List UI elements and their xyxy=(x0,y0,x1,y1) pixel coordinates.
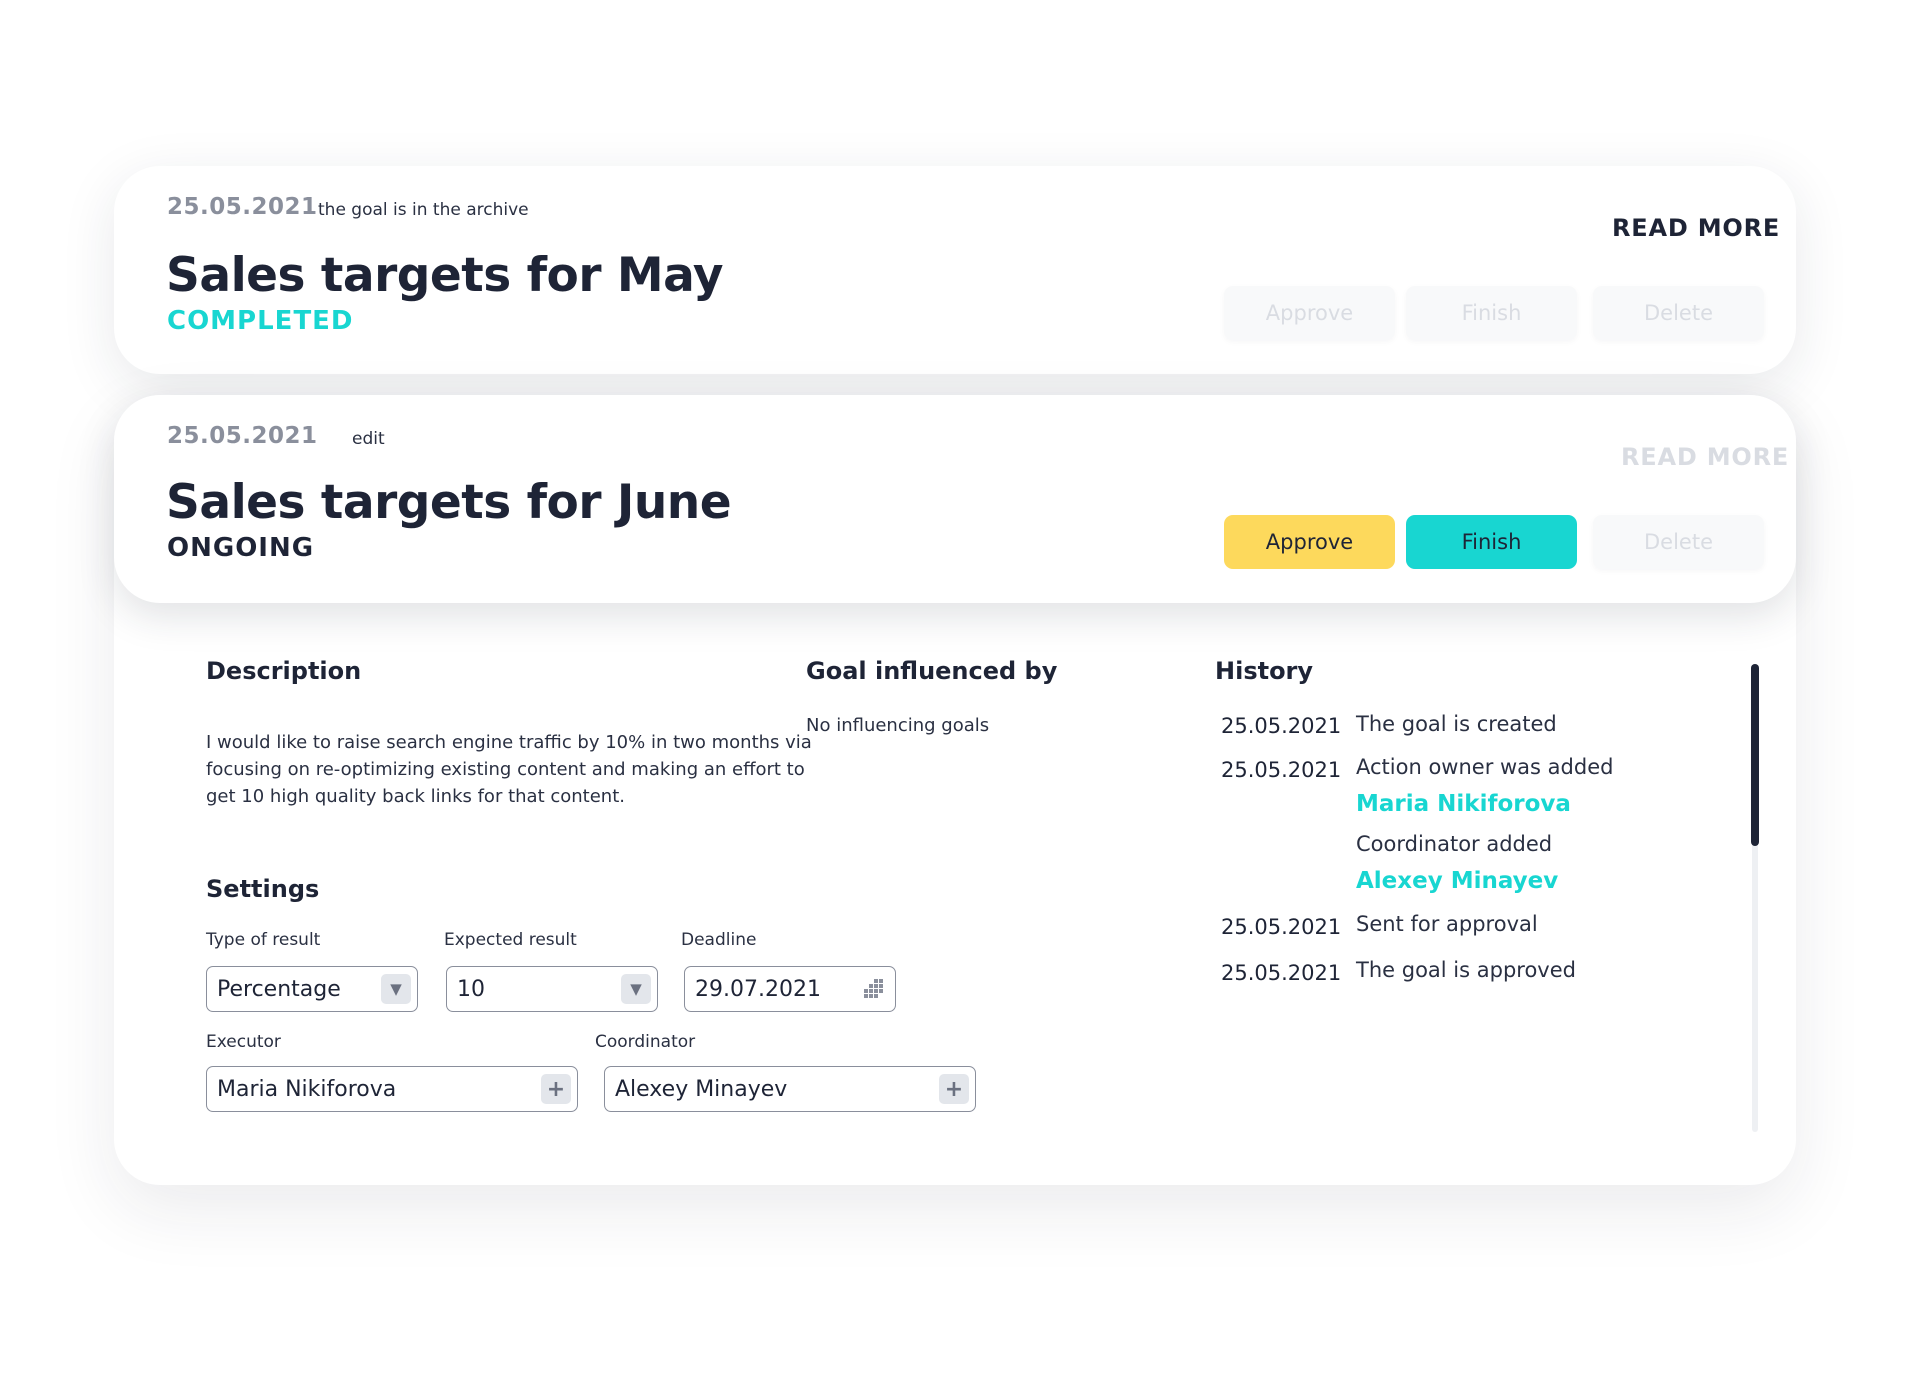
description-line: I would like to raise search engine traf… xyxy=(206,732,812,753)
history-date: 25.05.2021 xyxy=(1221,961,1342,985)
executor-field[interactable]: Maria Nikiforova + xyxy=(206,1066,578,1112)
status-badge: ONGOING xyxy=(167,533,315,563)
calendar-icon[interactable] xyxy=(859,974,889,1004)
goal-archive-note: the goal is in the archive xyxy=(318,200,529,220)
goal-card-header: 25.05.2021 edit Sales targets for June O… xyxy=(114,395,1796,603)
executor-label: Executor xyxy=(206,1032,281,1052)
coordinator-value: Alexey Minayev xyxy=(615,1076,788,1102)
deadline-label: Deadline xyxy=(681,930,757,950)
description-line: focusing on re-optimizing existing conte… xyxy=(206,759,805,780)
goal-date: 25.05.2021 xyxy=(167,423,318,449)
chevron-down-icon[interactable]: ▼ xyxy=(621,974,651,1004)
finish-button[interactable]: Finish xyxy=(1406,515,1577,569)
type-of-result-label: Type of result xyxy=(206,930,321,950)
history-text: The goal is created xyxy=(1356,712,1557,736)
delete-button[interactable]: Delete xyxy=(1593,286,1764,340)
chevron-down-icon[interactable]: ▼ xyxy=(381,974,411,1004)
description-line: get 10 high quality back links for that … xyxy=(206,786,625,807)
read-more-link[interactable]: READ MORE xyxy=(1612,214,1780,242)
expected-result-label: Expected result xyxy=(444,930,577,950)
history-date: 25.05.2021 xyxy=(1221,915,1342,939)
approve-button[interactable]: Approve xyxy=(1224,286,1395,340)
expected-result-select[interactable]: 10 ▼ xyxy=(446,966,658,1012)
description-title: Description xyxy=(206,657,362,685)
add-coordinator-plus-icon[interactable]: + xyxy=(939,1074,969,1104)
approve-button[interactable]: Approve xyxy=(1224,515,1395,569)
add-executor-plus-icon[interactable]: + xyxy=(541,1074,571,1104)
finish-button[interactable]: Finish xyxy=(1406,286,1577,340)
edit-link[interactable]: edit xyxy=(352,429,385,449)
history-text: Action owner was added xyxy=(1356,755,1614,779)
history-text: Sent for approval xyxy=(1356,912,1538,936)
coordinator-label: Coordinator xyxy=(595,1032,696,1052)
history-person-link[interactable]: Alexey Minayev xyxy=(1356,868,1558,894)
history-text: The goal is approved xyxy=(1356,958,1576,982)
deadline-value: 29.07.2021 xyxy=(695,976,821,1002)
expected-result-value: 10 xyxy=(457,976,485,1002)
goal-card-may: 25.05.2021 the goal is in the archive Sa… xyxy=(114,166,1796,374)
type-of-result-value: Percentage xyxy=(217,976,341,1002)
history-date: 25.05.2021 xyxy=(1221,758,1342,782)
history-text: Coordinator added xyxy=(1356,832,1553,856)
influenced-text: No influencing goals xyxy=(806,715,990,736)
type-of-result-select[interactable]: Percentage ▼ xyxy=(206,966,418,1012)
executor-value: Maria Nikiforova xyxy=(217,1076,397,1102)
history-scrollbar-thumb[interactable] xyxy=(1751,664,1759,846)
status-badge: COMPLETED xyxy=(167,306,354,336)
goal-title: Sales targets for May xyxy=(166,248,724,303)
goals-page: 25.05.2021 the goal is in the archive Sa… xyxy=(0,0,1924,1389)
read-more-link[interactable]: READ MORE xyxy=(1621,443,1789,471)
history-person-link[interactable]: Maria Nikiforova xyxy=(1356,791,1571,817)
coordinator-field[interactable]: Alexey Minayev + xyxy=(604,1066,976,1112)
history-date: 25.05.2021 xyxy=(1221,714,1342,738)
goal-date: 25.05.2021 xyxy=(167,194,318,220)
settings-title: Settings xyxy=(206,875,320,903)
delete-button[interactable]: Delete xyxy=(1593,515,1764,569)
history-title: History xyxy=(1215,657,1314,685)
deadline-input[interactable]: 29.07.2021 xyxy=(684,966,896,1012)
influenced-title: Goal influenced by xyxy=(806,657,1058,685)
goal-title: Sales targets for June xyxy=(166,475,732,530)
